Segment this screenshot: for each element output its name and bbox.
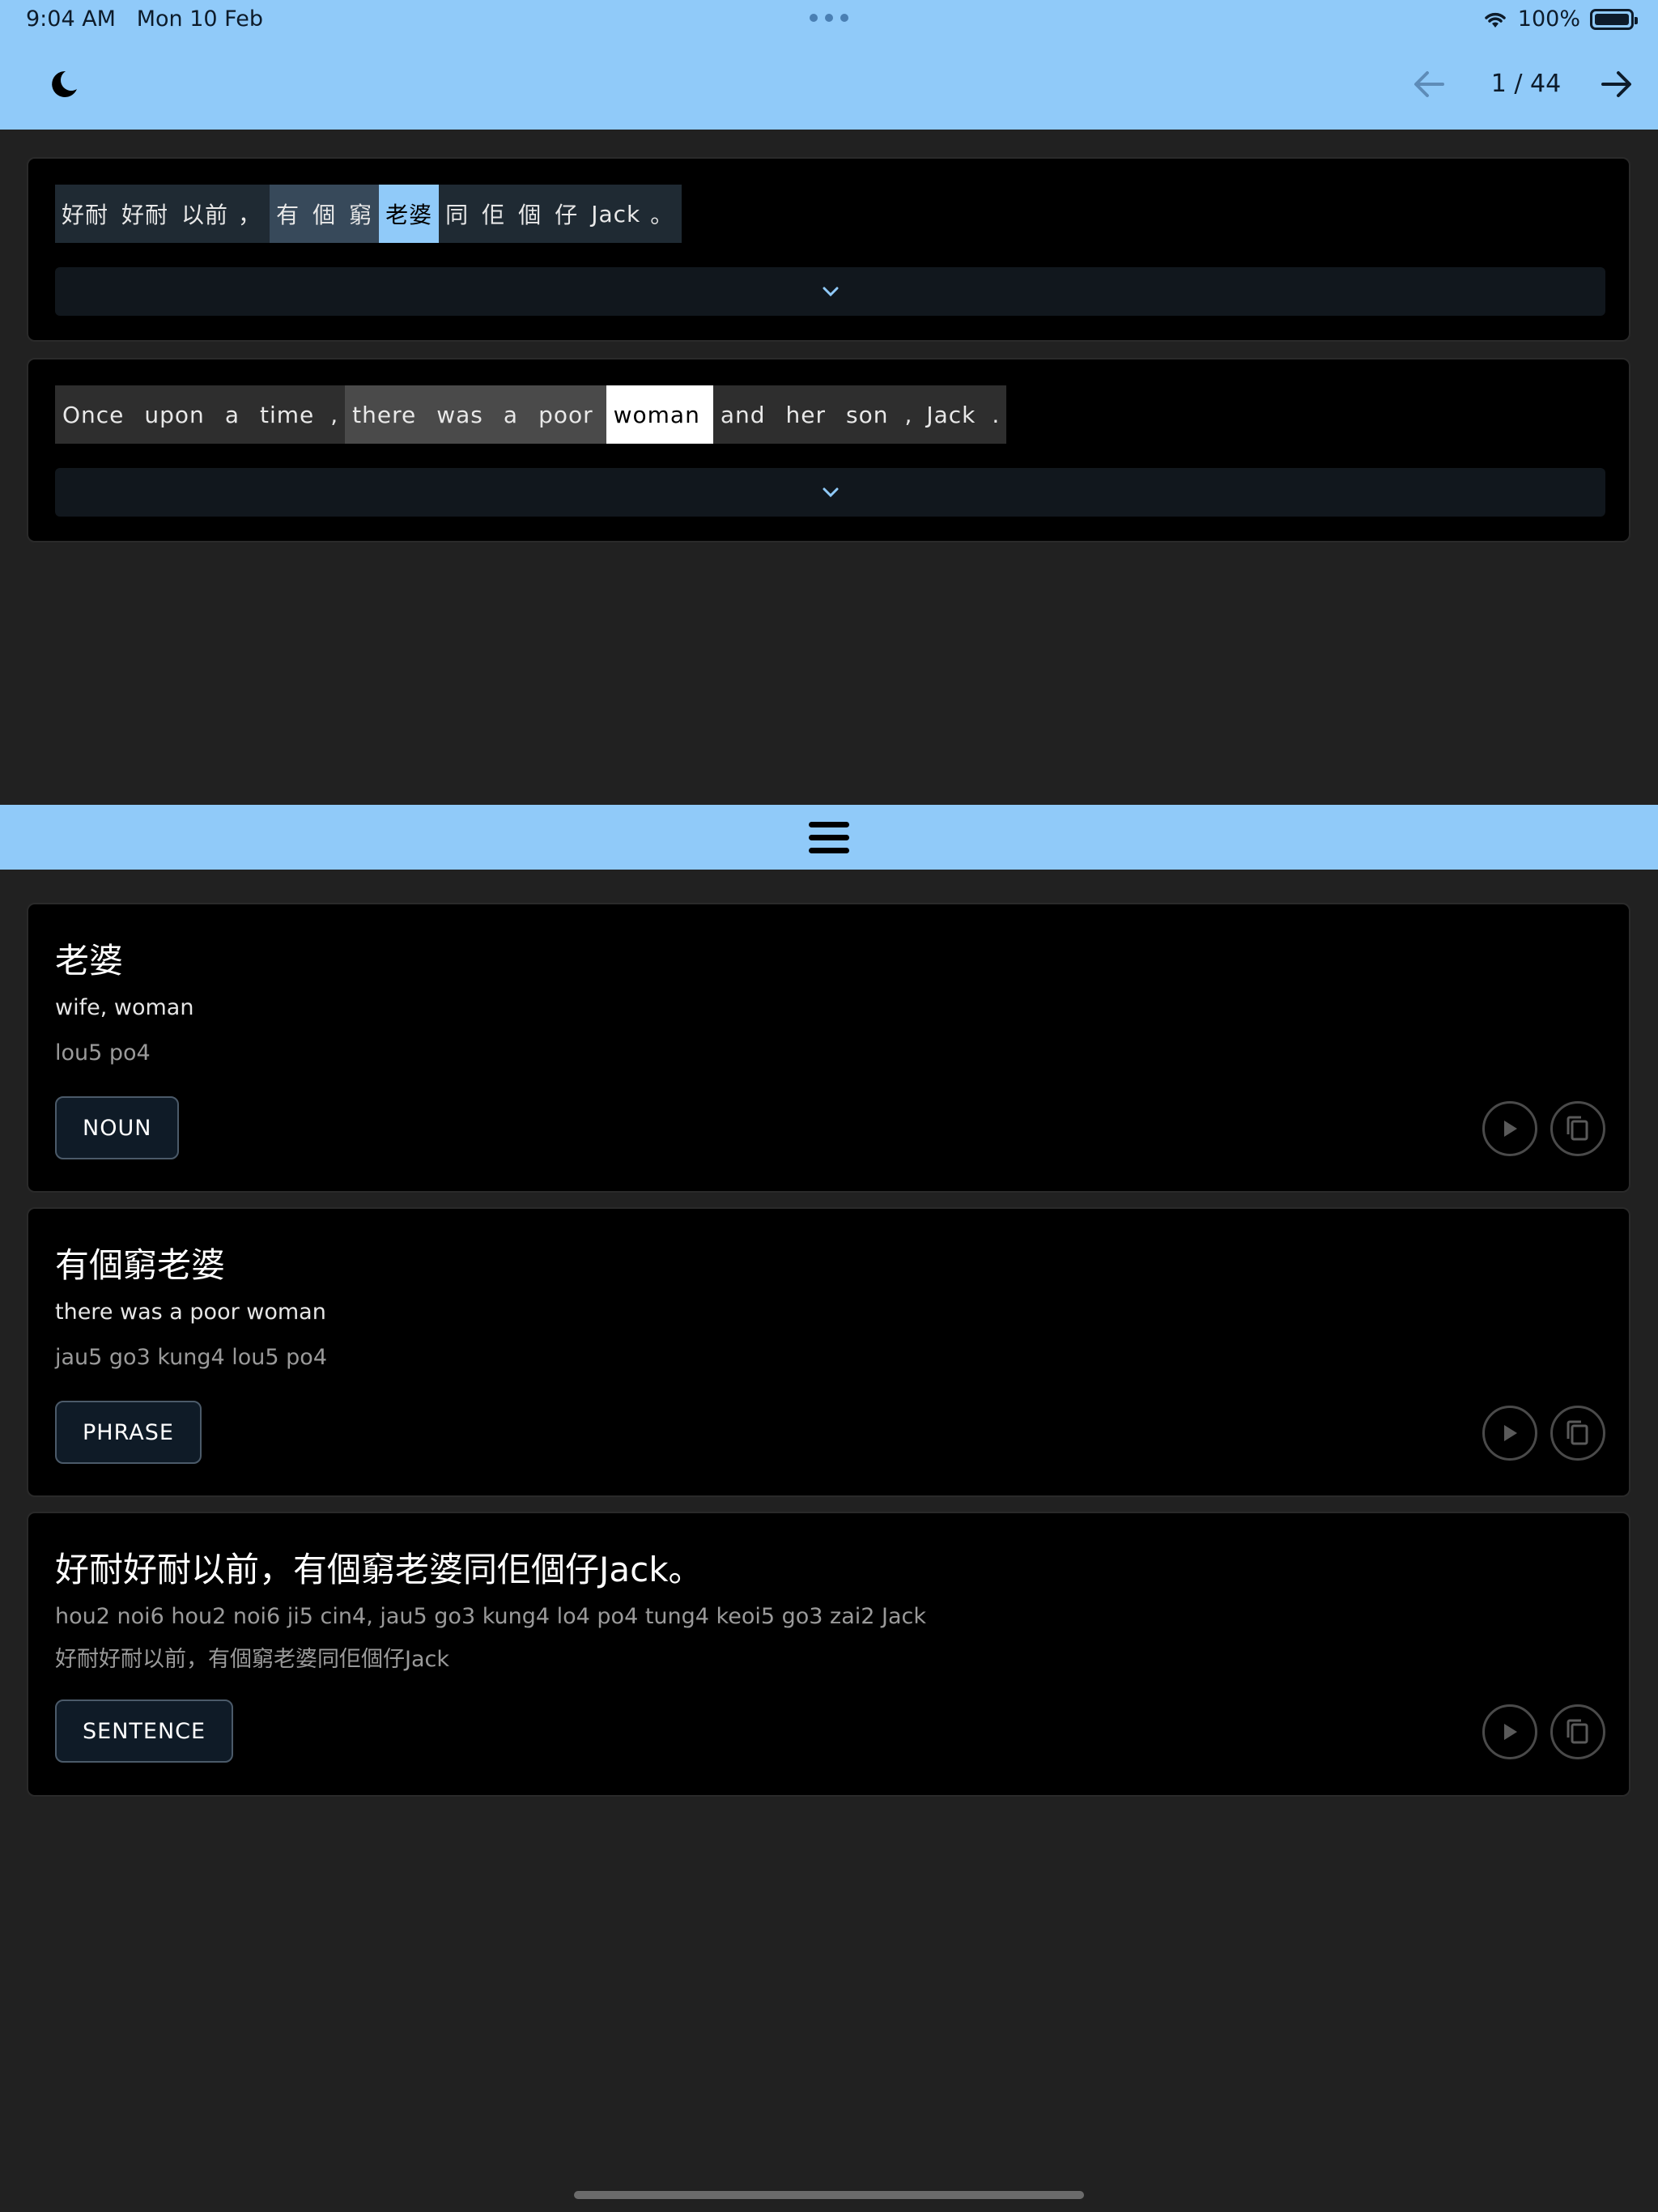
- part-of-speech-tag[interactable]: NOUN: [55, 1096, 180, 1159]
- sentence-token[interactable]: ，: [235, 185, 270, 243]
- copy-button[interactable]: [1550, 1704, 1605, 1759]
- sentence-token[interactable]: 以前: [175, 185, 236, 243]
- sentence-token[interactable]: time: [252, 385, 328, 444]
- sentence-detail-card: 好耐好耐以前，有個窮老婆同佢個仔Jack。 hou2 noi6 hou2 noi…: [27, 1512, 1630, 1797]
- page-counter: 1 / 44: [1490, 70, 1562, 98]
- detail-meaning: there was a poor woman: [55, 1300, 326, 1325]
- detail-title: 老婆: [55, 941, 124, 981]
- previous-page-button[interactable]: [1409, 66, 1449, 102]
- battery-percent: 100%: [1517, 6, 1580, 32]
- sentence-token[interactable]: 個: [306, 185, 343, 243]
- sentence-token[interactable]: a: [217, 385, 253, 444]
- sentence-token[interactable]: a: [495, 385, 532, 444]
- expand-chinese-button[interactable]: [55, 267, 1605, 316]
- arrow-left-icon: [1414, 71, 1444, 97]
- home-indicator[interactable]: [574, 2191, 1084, 2199]
- sentence-token[interactable]: Once: [55, 385, 138, 444]
- wifi-icon: [1485, 12, 1506, 28]
- chinese-sentence-card: 好耐 好耐 以前，有個窮老婆同佢個仔 Jack。: [27, 157, 1630, 342]
- detail-meaning: 好耐好耐以前，有個窮老婆同佢個仔Jack: [55, 1647, 449, 1672]
- status-date: Mon 10 Feb: [136, 6, 263, 32]
- sentence-token[interactable]: ,: [327, 385, 346, 444]
- hamburger-menu-icon: [809, 821, 849, 853]
- detail-romanization: jau5 go3 kung4 lou5 po4: [55, 1345, 327, 1370]
- sentence-token[interactable]: 佢: [475, 185, 512, 243]
- sentence-token[interactable]: 。: [647, 185, 682, 243]
- next-page-button[interactable]: [1596, 66, 1637, 102]
- sentence-token[interactable]: 好耐: [115, 185, 176, 243]
- sentence-token[interactable]: her: [778, 385, 839, 444]
- sentence-token[interactable]: son: [839, 385, 902, 444]
- chevron-down-icon: [823, 287, 838, 297]
- detail-romanization: hou2 noi6 hou2 noi6 ji5 cin4, jau5 go3 k…: [55, 1604, 926, 1629]
- sentence-token[interactable]: upon: [137, 385, 218, 444]
- sentence-token[interactable]: 同: [439, 185, 476, 243]
- sentence-token[interactable]: poor: [531, 385, 606, 444]
- panel-divider-handle[interactable]: [0, 805, 1658, 870]
- top-app-bar: 9:04 AM Mon 10 Feb 100% 1 / 44: [0, 0, 1658, 130]
- sentence-token[interactable]: .: [988, 385, 1007, 444]
- status-time: 9:04 AM: [26, 6, 116, 32]
- part-of-speech-tag[interactable]: PHRASE: [55, 1401, 202, 1464]
- word-detail-card: 老婆 wife, woman lou5 po4 NOUN: [27, 903, 1630, 1193]
- sentence-token[interactable]: 個: [512, 185, 549, 243]
- chevron-down-icon: [823, 487, 838, 498]
- selected-token[interactable]: woman: [606, 385, 713, 444]
- sentence-token[interactable]: 仔: [548, 185, 585, 243]
- expand-english-button[interactable]: [55, 468, 1605, 517]
- moon-icon: [52, 70, 77, 97]
- status-time-date: 9:04 AM Mon 10 Feb: [26, 6, 263, 32]
- battery-icon: [1590, 8, 1638, 30]
- sentence-token[interactable]: ,: [901, 385, 920, 444]
- detail-title: 好耐好耐以前，有個窮老婆同佢個仔Jack。: [55, 1550, 703, 1589]
- detail-meaning: wife, woman: [55, 995, 194, 1020]
- copy-button[interactable]: [1550, 1101, 1605, 1156]
- play-audio-button[interactable]: [1482, 1101, 1537, 1156]
- part-of-speech-tag[interactable]: SENTENCE: [55, 1699, 234, 1763]
- arrow-right-icon: [1601, 71, 1631, 97]
- chinese-token-row: 好耐 好耐 以前，有個窮老婆同佢個仔 Jack。: [55, 185, 682, 243]
- multitasking-dots-icon[interactable]: [810, 11, 848, 24]
- play-icon: [1504, 1425, 1517, 1441]
- play-icon: [1504, 1121, 1517, 1137]
- phrase-detail-card: 有個窮老婆 there was a poor woman jau5 go3 ku…: [27, 1207, 1630, 1497]
- sentence-token[interactable]: 有: [270, 185, 307, 243]
- play-audio-button[interactable]: [1482, 1406, 1537, 1461]
- theme-toggle-button[interactable]: [40, 61, 87, 108]
- sentence-token[interactable]: there: [345, 385, 430, 444]
- play-icon: [1504, 1724, 1517, 1740]
- copy-icon: [1567, 1116, 1588, 1141]
- sentence-token[interactable]: 好耐: [55, 185, 116, 243]
- detail-title: 有個窮老婆: [55, 1245, 226, 1285]
- copy-button[interactable]: [1550, 1406, 1605, 1461]
- detail-romanization: lou5 po4: [55, 1040, 151, 1066]
- selected-token[interactable]: 老婆: [379, 185, 440, 243]
- english-sentence-card: Once upon a time, there was a poor woman and her so…: [27, 358, 1630, 542]
- sentence-token[interactable]: and: [712, 385, 779, 444]
- english-token-row: Once upon a time, there was a poor woman and her so…: [55, 385, 1007, 444]
- copy-icon: [1567, 1420, 1588, 1445]
- copy-icon: [1567, 1719, 1588, 1744]
- status-indicators: 100%: [1482, 6, 1638, 32]
- sentence-token[interactable]: 窮: [342, 185, 380, 243]
- sentence-token[interactable]: Jack: [585, 185, 648, 243]
- sentence-token[interactable]: Jack: [919, 385, 989, 444]
- sentence-token[interactable]: was: [429, 385, 496, 444]
- play-audio-button[interactable]: [1482, 1704, 1537, 1759]
